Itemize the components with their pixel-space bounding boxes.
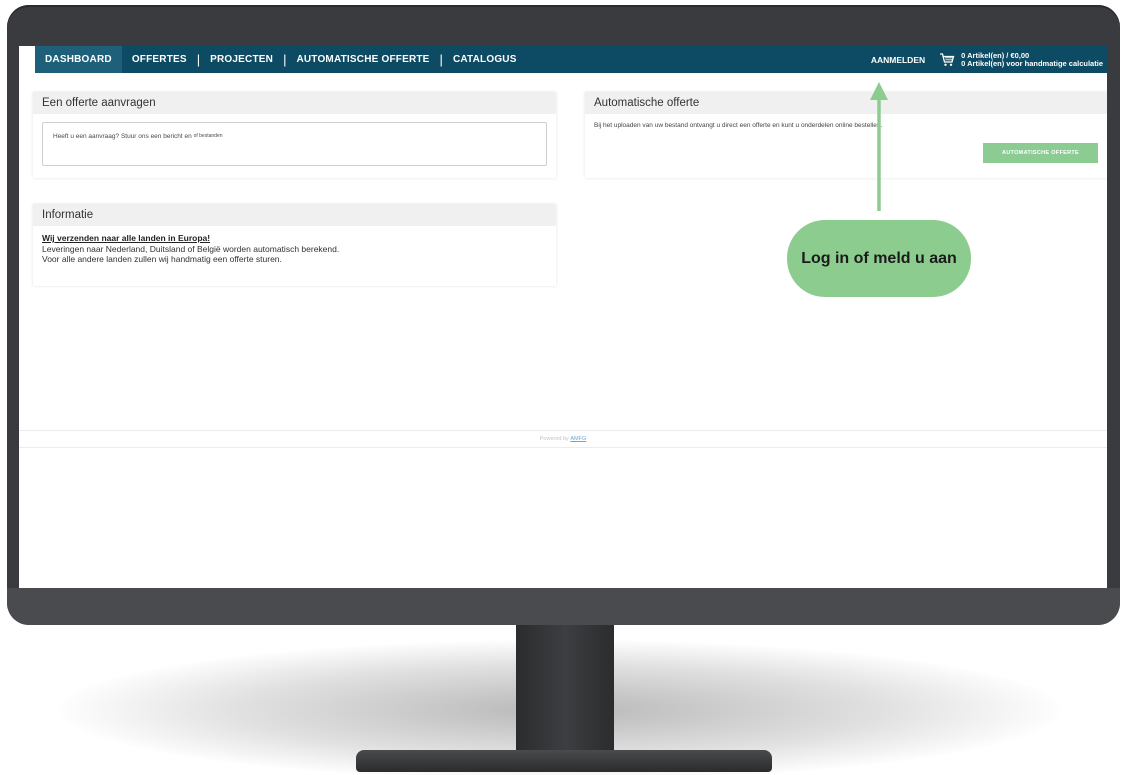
nav-dashboard[interactable]: DASHBOARD (35, 46, 122, 73)
footer-prefix: Powered by (539, 436, 569, 442)
scene: DASHBOARD OFFERTES | PROJECTEN | AUTOMAT… (0, 0, 1121, 775)
info-line: Leveringen naar Nederland, Duitsland of … (42, 243, 340, 254)
annotation-callout: Log in of meld u aan (787, 220, 971, 297)
monitor-stand-base (356, 750, 772, 772)
nav-catalogus[interactable]: CATALOGUS (443, 46, 527, 73)
auto-offer-button[interactable]: AUTOMATISCHE OFFERTE (983, 143, 1098, 163)
request-message-files: of bestanden (193, 133, 223, 139)
nav-right: AANMELDEN 0 Artikel(en) / €0,00 0 Artike… (871, 46, 1107, 73)
info-panel-title: Informatie (33, 204, 556, 226)
cart-manual: 0 Artikel(en) voor handmatige calculatie (961, 58, 1103, 68)
top-navbar: DASHBOARD OFFERTES | PROJECTEN | AUTOMAT… (35, 46, 1107, 73)
footer: Powered by AMFG (19, 430, 1107, 448)
auto-offer-description: Bij het uploaden van uw bestand ontvangt… (594, 122, 883, 129)
info-line: Voor alle andere landen zullen wij handm… (42, 254, 282, 264)
nav-offertes[interactable]: OFFERTES (122, 46, 197, 73)
login-link[interactable]: AANMELDEN (871, 55, 925, 65)
auto-offer-panel-title: Automatische offerte (585, 92, 1107, 114)
cart-icon[interactable] (939, 52, 955, 67)
shipping-link[interactable]: Wij verzenden naar alle landen in Europa… (42, 233, 547, 244)
info-panel-body: Wij verzenden naar alle landen in Europa… (33, 226, 556, 272)
annotation-text: Log in of meld u aan (801, 249, 957, 267)
request-message-text: Heeft u een aanvraag? Stuur ons een beri… (53, 133, 192, 140)
nav-projecten[interactable]: PROJECTEN (200, 46, 283, 73)
monitor-stand-neck (516, 625, 614, 755)
screen: DASHBOARD OFFERTES | PROJECTEN | AUTOMAT… (19, 46, 1107, 588)
footer-brand-link[interactable]: AMFG (570, 436, 586, 442)
auto-offer-panel: Automatische offerte Bij het uploaden va… (585, 92, 1107, 178)
request-panel: Een offerte aanvragen Heeft u een aanvra… (33, 92, 556, 178)
info-panel: Informatie Wij verzenden naar alle lande… (33, 204, 556, 286)
request-message-box[interactable]: Heeft u een aanvraag? Stuur ons een beri… (42, 122, 547, 166)
monitor-chin (7, 588, 1120, 625)
cart-summary[interactable]: 0 Artikel(en) / €0,00 0 Artikel(en) voor… (961, 51, 1103, 68)
request-panel-title: Een offerte aanvragen (33, 92, 556, 114)
nav-automatische-offerte[interactable]: AUTOMATISCHE OFFERTE (286, 46, 439, 73)
